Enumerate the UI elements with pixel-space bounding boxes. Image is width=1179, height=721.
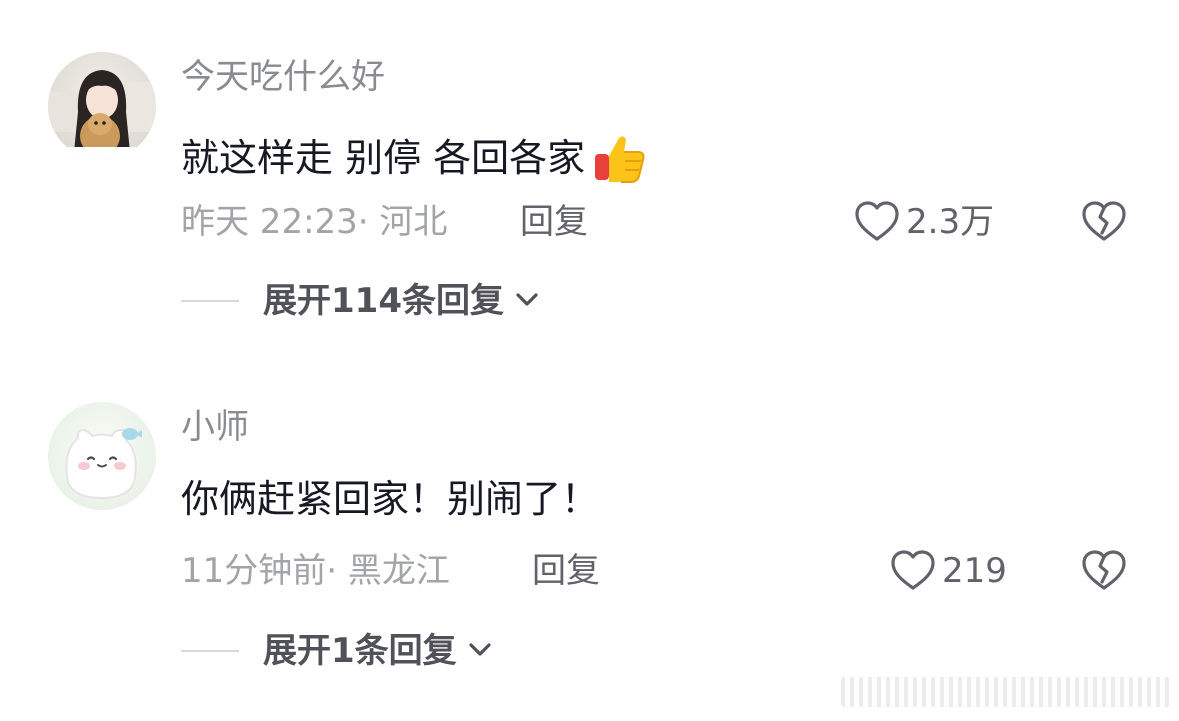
thumbs-up-icon	[591, 130, 647, 186]
like-button[interactable]: 219	[890, 548, 1007, 594]
comment-text-body: 就这样走 别停 各回各家	[181, 136, 586, 180]
broken-heart-icon[interactable]	[1080, 199, 1128, 249]
chevron-down-icon	[514, 289, 540, 313]
comment-text-body: 你俩赶紧回家！别闹了！	[181, 477, 600, 521]
heart-icon	[854, 199, 900, 245]
comment-meta: 11分钟前· 黑龙江	[181, 554, 450, 588]
heart-icon	[890, 548, 936, 594]
watermark	[841, 677, 1171, 707]
username[interactable]: 今天吃什么好	[181, 60, 385, 94]
comment-text: 就这样走 别停 各回各家	[181, 130, 647, 186]
expand-replies-button[interactable]: 展开1条回复	[181, 634, 493, 668]
reply-button[interactable]: 回复	[520, 205, 588, 239]
username[interactable]: 小师	[181, 410, 249, 444]
comment-text: 你俩赶紧回家！别闹了！	[181, 480, 599, 518]
divider	[181, 650, 239, 652]
like-count: 2.3万	[906, 202, 995, 242]
expand-replies-label: 展开1条回复	[263, 631, 457, 671]
avatar[interactable]	[48, 402, 156, 510]
chevron-down-icon	[467, 639, 493, 663]
expand-replies-button[interactable]: 展开114条回复	[181, 284, 540, 318]
comment-time: 昨天 22:23	[181, 202, 358, 242]
comment-meta: 昨天 22:23· 河北	[181, 205, 447, 239]
broken-heart-icon[interactable]	[1080, 548, 1128, 598]
reply-button[interactable]: 回复	[532, 554, 600, 588]
comment-location: · 河北	[357, 202, 448, 242]
divider	[181, 300, 239, 302]
avatar[interactable]	[48, 52, 156, 160]
comment-location: · 黑龙江	[326, 551, 450, 591]
like-button[interactable]: 2.3万	[854, 199, 994, 245]
like-count: 219	[942, 551, 1007, 591]
comment-time: 11分钟前	[181, 551, 327, 591]
expand-replies-label: 展开114条回复	[263, 281, 504, 321]
